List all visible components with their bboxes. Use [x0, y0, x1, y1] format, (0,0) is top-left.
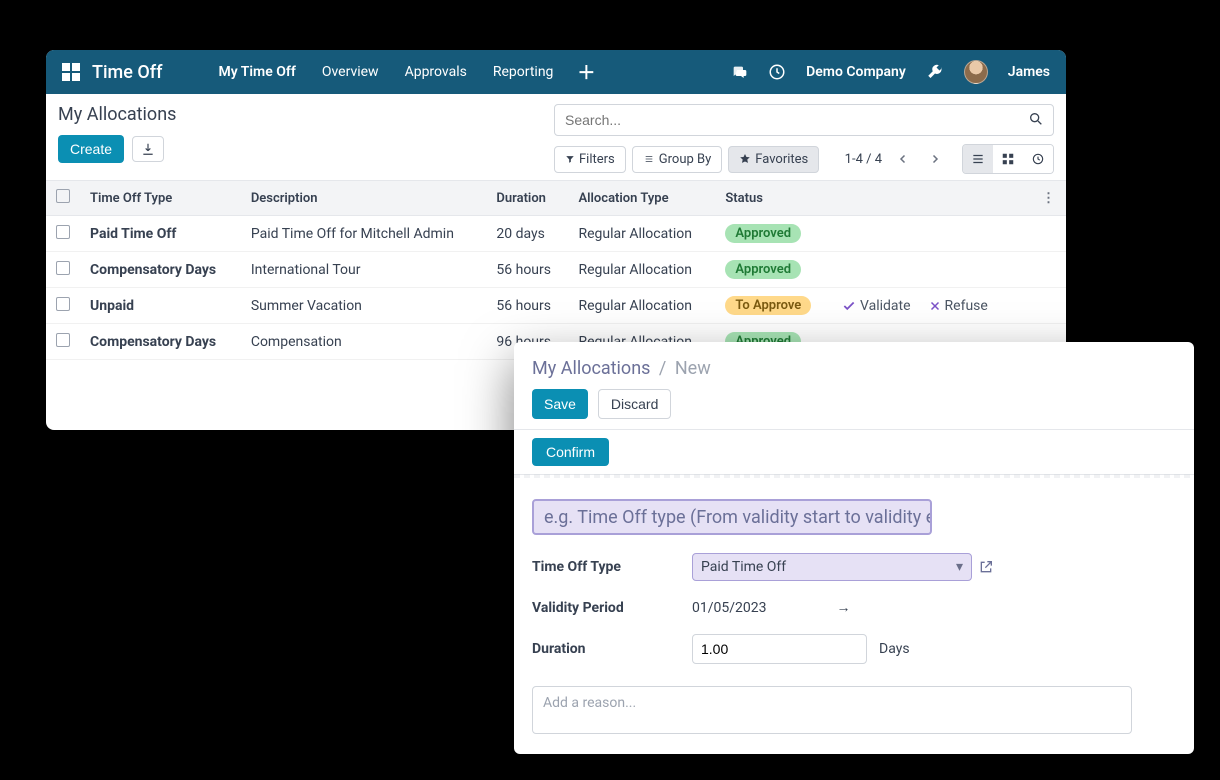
apps-icon[interactable] [62, 63, 80, 81]
cell-description: International Tour [241, 252, 487, 288]
row-checkbox[interactable] [56, 297, 70, 311]
settings-icon[interactable] [926, 63, 944, 81]
chevron-down-icon: ▾ [956, 559, 963, 575]
cell-type: Paid Time Off [80, 216, 241, 252]
row-checkbox[interactable] [56, 261, 70, 275]
pager-next[interactable] [924, 148, 946, 170]
pager-text: 1-4 / 4 [845, 152, 882, 167]
download-button[interactable] [132, 136, 164, 162]
chat-icon[interactable] [730, 64, 748, 80]
status-badge: Approved [725, 224, 801, 243]
view-list[interactable] [963, 145, 993, 173]
cell-alloc-type: Regular Allocation [569, 288, 716, 324]
status-badge: To Approve [725, 296, 811, 315]
breadcrumb-leaf: New [675, 358, 711, 379]
row-checkbox[interactable] [56, 333, 70, 347]
time-off-type-select[interactable]: Paid Time Off ▾ [692, 553, 972, 581]
duration-unit: Days [879, 641, 910, 657]
allocation-form-window: My Allocations / New Save Discard Confir… [514, 342, 1194, 754]
reason-textarea[interactable]: Add a reason... [532, 686, 1132, 734]
topbar: Time Off My Time Off Overview Approvals … [46, 50, 1066, 94]
validity-start[interactable]: 01/05/2023 [692, 600, 767, 616]
discard-button[interactable]: Discard [598, 389, 671, 419]
list-icon [643, 154, 655, 164]
download-icon [141, 142, 155, 156]
confirm-button[interactable]: Confirm [532, 438, 609, 466]
table-row[interactable]: UnpaidSummer Vacation56 hoursRegular All… [46, 288, 1066, 324]
col-duration[interactable]: Duration [486, 181, 568, 216]
column-menu[interactable]: ⋮ [1042, 191, 1056, 206]
refuse-action[interactable]: Refuse [929, 298, 988, 314]
col-status[interactable]: Status [715, 181, 832, 216]
nav-approvals[interactable]: Approvals [405, 64, 467, 80]
view-switch [962, 144, 1054, 174]
groupby-button[interactable]: Group By [632, 146, 723, 173]
time-off-type-value: Paid Time Off [701, 559, 786, 575]
label-validity: Validity Period [532, 600, 692, 616]
col-type[interactable]: Time Off Type [80, 181, 241, 216]
search-input[interactable] [554, 104, 1054, 136]
validate-action[interactable]: Validate [842, 298, 911, 314]
cell-description: Paid Time Off for Mitchell Admin [241, 216, 487, 252]
cell-duration: 56 hours [486, 252, 568, 288]
external-link-icon[interactable] [978, 559, 994, 575]
funnel-icon [565, 154, 575, 164]
groupby-label: Group By [659, 152, 712, 167]
plus-icon[interactable]: ＋ [577, 59, 595, 85]
cell-description: Summer Vacation [241, 288, 487, 324]
allocation-name-input[interactable]: e.g. Time Off type (From validity start … [532, 499, 932, 535]
page-title: My Allocations [58, 104, 176, 125]
cell-type: Compensatory Days [80, 324, 241, 360]
main-nav: My Time Off Overview Approvals Reporting [218, 64, 553, 80]
filters-button[interactable]: Filters [554, 146, 626, 173]
favorites-button[interactable]: Favorites [728, 146, 819, 173]
view-kanban[interactable] [993, 145, 1023, 173]
allocations-table: Time Off Type Description Duration Alloc… [46, 180, 1066, 360]
cell-type: Compensatory Days [80, 252, 241, 288]
status-badge: Approved [725, 260, 801, 279]
label-type: Time Off Type [532, 559, 692, 575]
chevron-left-icon [897, 153, 909, 165]
clock-icon[interactable] [768, 63, 786, 81]
control-row: My Allocations Create Filters [46, 94, 1066, 180]
cell-duration: 56 hours [486, 288, 568, 324]
row-checkbox[interactable] [56, 225, 70, 239]
col-alloc-type[interactable]: Allocation Type [569, 181, 716, 216]
search-icon[interactable] [1028, 111, 1044, 127]
nav-reporting[interactable]: Reporting [493, 64, 554, 80]
pager-prev[interactable] [892, 148, 914, 170]
cell-duration: 20 days [486, 216, 568, 252]
table-row[interactable]: Compensatory DaysInternational Tour56 ho… [46, 252, 1066, 288]
label-duration: Duration [532, 641, 692, 657]
breadcrumb: My Allocations / New [514, 342, 1194, 389]
kanban-view-icon [1001, 152, 1015, 166]
create-button[interactable]: Create [58, 135, 124, 163]
arrow-right-icon: → [837, 599, 851, 616]
cell-alloc-type: Regular Allocation [569, 216, 716, 252]
cell-description: Compensation [241, 324, 487, 360]
table-row[interactable]: Paid Time OffPaid Time Off for Mitchell … [46, 216, 1066, 252]
company-name[interactable]: Demo Company [806, 64, 906, 80]
x-icon [929, 300, 941, 312]
check-icon [842, 299, 856, 313]
view-activity[interactable] [1023, 145, 1053, 173]
cell-alloc-type: Regular Allocation [569, 252, 716, 288]
col-description[interactable]: Description [241, 181, 487, 216]
filters-label: Filters [579, 152, 615, 167]
nav-my-time-off[interactable]: My Time Off [218, 64, 295, 80]
select-all-checkbox[interactable] [56, 189, 70, 203]
list-view-icon [971, 152, 985, 166]
nav-overview[interactable]: Overview [322, 64, 379, 80]
save-button[interactable]: Save [532, 389, 588, 419]
star-icon [739, 153, 751, 165]
favorites-label: Favorites [755, 152, 808, 167]
clock-view-icon [1031, 152, 1045, 166]
username[interactable]: James [1008, 64, 1050, 80]
app-title: Time Off [92, 62, 162, 83]
duration-input[interactable] [692, 634, 867, 664]
chevron-right-icon [929, 153, 941, 165]
breadcrumb-root[interactable]: My Allocations [532, 358, 650, 379]
cell-type: Unpaid [80, 288, 241, 324]
avatar[interactable] [964, 60, 988, 84]
